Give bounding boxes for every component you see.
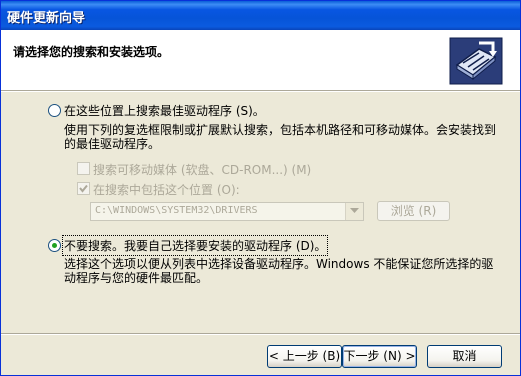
radio-selected-dot [52, 243, 57, 248]
wizard-window: 硬件更新向导 请选择您的搜索和安装选项。 在这些位置上搜索最佳驱动程序 (S)。… [0, 0, 521, 376]
hardware-wizard-icon [449, 37, 503, 85]
search-option-radio[interactable] [48, 104, 61, 117]
manual-option-radio[interactable] [48, 239, 61, 252]
header-title: 请选择您的搜索和安装选项。 [13, 45, 170, 59]
search-option-description: 使用下列的复选框限制或扩展默认搜索，包括本机路径和可移动媒体。会安装找到的最佳驱… [64, 123, 497, 151]
footer-divider [1, 333, 520, 335]
header-divider [1, 90, 520, 92]
window-title: 硬件更新向导 [7, 11, 86, 26]
search-option-label[interactable]: 在这些位置上搜索最佳驱动程序 (S)。 [64, 102, 265, 119]
manual-option-description: 选择这个选项以便从列表中选择设备驱动程序。Windows 不能保证您所选择的驱动… [64, 257, 494, 285]
removable-media-label[interactable]: 搜索可移动媒体 (软盘、CD-ROM...) (M) [93, 161, 311, 178]
title-bar[interactable]: 硬件更新向导 [1, 1, 520, 30]
location-path-value: C:\WINDOWS\SYSTEM32\DRIVERS [95, 205, 258, 216]
include-location-label[interactable]: 在搜索中包括这个位置 (O): [93, 181, 240, 198]
next-button[interactable]: 下一步 (N) > [342, 345, 417, 368]
cancel-button[interactable]: 取消 [427, 345, 502, 368]
chevron-down-icon[interactable] [345, 203, 363, 220]
browse-button[interactable]: 浏览 (R) [377, 201, 450, 221]
removable-media-checkbox[interactable] [77, 162, 90, 175]
wizard-header: 请选择您的搜索和安装选项。 [1, 30, 520, 90]
location-path-combobox[interactable]: C:\WINDOWS\SYSTEM32\DRIVERS [90, 202, 364, 221]
check-mark-icon [79, 184, 88, 193]
manual-option-label[interactable]: 不要搜索。我要自己选择要安装的驱动程序 (D)。 [61, 235, 329, 256]
include-location-checkbox[interactable] [77, 182, 90, 195]
back-button[interactable]: < 上一步 (B) [267, 345, 342, 368]
